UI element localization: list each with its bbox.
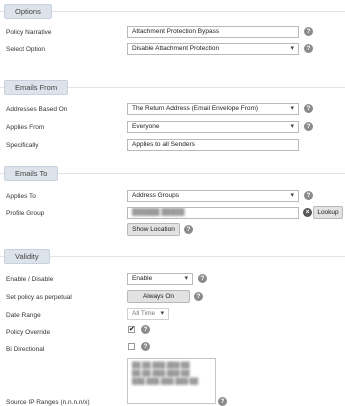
show-location-button[interactable]: Show Location <box>127 223 180 236</box>
source-ip-label: Source IP Ranges (n.n.n.n/x) <box>6 399 90 406</box>
validity-divider <box>0 256 345 257</box>
help-icon[interactable]: ? <box>141 325 150 334</box>
help-icon[interactable]: ? <box>304 104 313 113</box>
help-icon[interactable]: ? <box>304 191 313 200</box>
help-icon[interactable]: ? <box>194 292 203 301</box>
perpetual-label: Set policy as perpetual <box>6 294 72 301</box>
applies-to-label: Applies To <box>6 193 36 200</box>
policy-narrative-input[interactable]: Attachment Protection Bypass <box>127 26 299 38</box>
help-icon[interactable]: ? <box>141 342 150 351</box>
date-range-dropdown[interactable]: All Time <box>127 308 169 320</box>
specifically-label: Specifically <box>6 142 39 149</box>
help-icon[interactable]: ? <box>218 397 227 406</box>
emails-from-section-header: Emails From <box>4 80 69 95</box>
validity-section-header: Validity <box>4 249 50 264</box>
enable-disable-label: Enable / Disable <box>6 276 54 283</box>
source-ip-textarea[interactable]: ██.██.███.███/██ ██.██.███.███/██ ███.██… <box>127 358 216 404</box>
always-on-button[interactable]: Always On <box>127 290 190 303</box>
ip-range-line: ██.██.███.███/██ <box>132 363 190 369</box>
addresses-based-on-dropdown[interactable]: The Return Address (Email Envelope From) <box>127 103 299 115</box>
select-option-dropdown[interactable]: Disable Attachment Protection <box>127 43 299 55</box>
policy-override-checkbox[interactable]: ✔ <box>128 326 135 333</box>
date-range-label: Date Range <box>6 312 41 319</box>
addresses-based-on-label: Addresses Based On <box>6 106 68 113</box>
applies-to-dropdown[interactable]: Address Groups <box>127 190 299 202</box>
help-icon[interactable]: ? <box>304 27 313 36</box>
lookup-button[interactable]: Lookup <box>313 206 343 219</box>
options-section-header: Options <box>4 4 52 19</box>
select-option-label: Select Option <box>6 46 46 53</box>
profile-group-label: Profile Group <box>6 210 45 217</box>
policy-narrative-label: Policy Narrative <box>6 29 52 36</box>
applies-from-label: Applies From <box>6 124 45 131</box>
specifically-input[interactable]: Applies to all Senders <box>127 139 299 151</box>
help-icon[interactable]: ? <box>184 225 193 234</box>
clear-icon[interactable]: × <box>303 208 312 217</box>
profile-group-value: ██████ █████ <box>132 209 185 216</box>
help-icon[interactable]: ? <box>304 44 313 53</box>
bi-directional-label: Bi Directional <box>6 346 45 353</box>
enable-disable-dropdown[interactable]: Enable <box>127 273 193 285</box>
bi-directional-checkbox[interactable] <box>128 343 135 350</box>
emails-to-section-header: Emails To <box>4 166 59 181</box>
ip-range-line: ██.██.███.███/██ <box>132 371 190 377</box>
profile-group-input[interactable]: ██████ █████ <box>127 207 299 219</box>
applies-from-dropdown[interactable]: Everyone <box>127 121 299 133</box>
policy-override-label: Policy Override <box>6 329 51 336</box>
ip-range-line: ███.███.███.███/██ <box>132 379 199 385</box>
help-icon[interactable]: ? <box>198 274 207 283</box>
help-icon[interactable]: ? <box>304 122 313 131</box>
